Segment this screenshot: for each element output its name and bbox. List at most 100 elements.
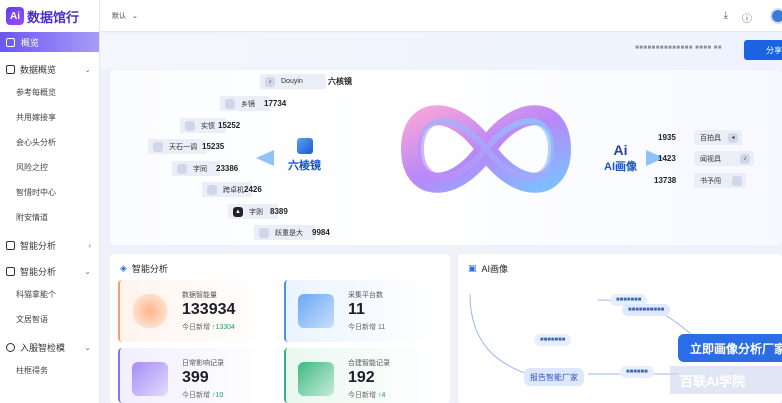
sidebar-item-label: 概览 bbox=[21, 37, 40, 48]
sidebar-item[interactable]: 会心头分析 bbox=[0, 130, 99, 155]
sidebar-item[interactable]: 参考每概览 bbox=[0, 80, 99, 105]
chip-label: 跃重是大 bbox=[275, 229, 303, 237]
download-icon[interactable]: ⤓ bbox=[724, 10, 728, 25]
chip-value: 15252 bbox=[218, 121, 241, 130]
chevron-down-icon: ⌄ bbox=[84, 64, 91, 74]
chip-label: 字则 bbox=[249, 208, 263, 216]
logo[interactable]: Ai 数据馆行 bbox=[0, 0, 99, 32]
brain-icon bbox=[6, 266, 15, 276]
flow-tag[interactable]: 报告智能厂家 bbox=[524, 368, 584, 386]
chip-value: 17734 bbox=[264, 99, 287, 108]
flow-tag[interactable]: ■■■■■■■ bbox=[534, 334, 572, 346]
source-chip[interactable]: 跨卓机 2426 bbox=[202, 182, 262, 197]
source-chip[interactable]: ♪ Douyin 六核镜 bbox=[260, 74, 352, 89]
user-icon bbox=[6, 342, 15, 352]
top-bar: 默认 ⌄ ⤓ ⓘ bbox=[100, 0, 782, 32]
platform-icon bbox=[207, 184, 217, 195]
sub-header-text: ■■■■■■■■■■■■■■ ■■■■ ■■ bbox=[635, 45, 722, 51]
arrow-left-icon bbox=[256, 150, 274, 166]
portrait-chip[interactable]: 13738 书予闯 bbox=[654, 173, 746, 188]
chip-value: 9984 bbox=[312, 228, 330, 237]
chart-icon bbox=[6, 64, 15, 74]
chip-label: 跨卓机 bbox=[223, 186, 244, 194]
chip-label: 书予闯 bbox=[700, 177, 721, 185]
source-chip[interactable]: 字同 23386 bbox=[172, 161, 238, 176]
smart-analysis-panel: ◈ 智能分析 数据智能量 133934 今日新增 ↑13304 采集平台数 11… bbox=[110, 254, 450, 403]
ai-mark: Ai bbox=[613, 142, 628, 158]
sidebar: Ai 数据馆行 概览 数据概览 ⌄ 参考每概览 共用嫁接享 会心头分析 风险之控… bbox=[0, 0, 100, 403]
grid-icon bbox=[6, 37, 15, 47]
chip-value: 2426 bbox=[244, 185, 262, 194]
chip-value: 15235 bbox=[202, 142, 225, 151]
sidebar-group-smart-analysis-2[interactable]: 智能分析 ⌄ bbox=[0, 260, 99, 282]
sidebar-item[interactable]: 共用嫁接享 bbox=[0, 105, 99, 130]
portrait-chip[interactable]: 1423 闻视具 ♪ bbox=[658, 151, 754, 166]
flow-tag[interactable]: ■■■■■■ bbox=[620, 366, 654, 378]
platform-icon bbox=[298, 294, 334, 328]
sidebar-item[interactable]: 智惜时中心 bbox=[0, 180, 99, 205]
brand-left-label: 六棱镜 bbox=[288, 160, 321, 172]
share-button[interactable]: 分享 bbox=[744, 40, 782, 60]
analysis-icon bbox=[6, 240, 15, 250]
sidebar-group-data-overview[interactable]: 数据概览 ⌄ bbox=[0, 58, 99, 80]
sidebar-group-label: 智能分析 bbox=[20, 266, 57, 277]
chip-value: 23386 bbox=[216, 164, 239, 173]
chip-value: 1935 bbox=[658, 133, 676, 142]
stat-sub: 今日新增 ↑10 bbox=[182, 392, 224, 399]
env-label: 默认 bbox=[112, 12, 126, 20]
stat-card[interactable]: 采集平台数 11 今日新增 11 bbox=[284, 280, 434, 342]
chip-value: 13738 bbox=[654, 176, 677, 185]
stat-sub: 今日新增 ↑4 bbox=[348, 392, 386, 399]
sidebar-item[interactable]: 附安情道 bbox=[0, 205, 99, 230]
source-chip[interactable]: 乡镜 17734 bbox=[220, 96, 286, 111]
hero-banner: ♪ Douyin 六核镜 乡镜 17734 实惯 15252 天石一调 1523… bbox=[110, 70, 782, 245]
stat-value: 11 bbox=[348, 301, 365, 318]
sidebar-item[interactable]: 柱框得务 bbox=[0, 358, 99, 383]
source-chip[interactable]: 天石一调 15235 bbox=[148, 139, 224, 154]
platform-icon bbox=[259, 227, 269, 238]
sidebar-group-label: 数据概览 bbox=[20, 64, 57, 75]
chip-label: 百拍具 bbox=[700, 134, 721, 142]
stat-label: 采集平台数 bbox=[348, 292, 383, 299]
stat-card[interactable]: 日常影响记录 399 今日新增 ↑10 bbox=[118, 348, 268, 403]
sidebar-item[interactable]: 风险之控 bbox=[0, 155, 99, 180]
stat-card[interactable]: 合建智能记录 192 今日新增 ↑4 bbox=[284, 348, 434, 403]
stat-label: 合建智能记录 bbox=[348, 360, 390, 367]
source-chip[interactable]: 实惯 15252 bbox=[180, 118, 240, 133]
chip-value: 六核镜 bbox=[328, 77, 352, 86]
platform-icon bbox=[153, 141, 163, 152]
avatar[interactable] bbox=[770, 8, 782, 24]
platform-icon bbox=[185, 120, 195, 131]
sidebar-item[interactable]: 科猫拿能个 bbox=[0, 282, 99, 307]
chip-value: 1423 bbox=[658, 154, 676, 163]
brand-right: Ai AI画像 bbox=[604, 142, 637, 174]
infinity-graphic bbox=[400, 105, 572, 193]
brand-right-label: AI画像 bbox=[604, 161, 637, 173]
sidebar-group-portrait[interactable]: 入服智检模 ⌄ bbox=[0, 336, 99, 358]
platform-icon: ◂ bbox=[728, 132, 738, 143]
analysis-icon: ◈ bbox=[120, 263, 127, 273]
panel-title: ◈ 智能分析 bbox=[120, 262, 168, 275]
stat-card[interactable]: 数据智能量 133934 今日新增 ↑13304 bbox=[118, 280, 268, 342]
logo-text: 数据馆行 bbox=[27, 9, 80, 25]
info-icon[interactable]: ⓘ bbox=[742, 10, 752, 25]
portrait-chip[interactable]: 1935 百拍具 ◂ bbox=[658, 130, 742, 145]
chip-value: 8389 bbox=[270, 207, 288, 216]
source-chip[interactable]: ▲ 字则 8389 bbox=[228, 204, 288, 219]
chip-label: 乡镜 bbox=[241, 100, 255, 108]
stat-sub: 今日新增 ↑13304 bbox=[182, 324, 235, 331]
flow-tag[interactable]: ■■■■■■■■■■ bbox=[622, 304, 671, 316]
source-chip[interactable]: 跃重是大 9984 bbox=[254, 225, 330, 240]
platform-icon: ♪ bbox=[265, 76, 275, 87]
phone-icon bbox=[132, 362, 168, 396]
stat-sub: 今日新增 11 bbox=[348, 324, 386, 331]
analyze-portrait-button[interactable]: 立即画像分析厂家 bbox=[678, 334, 782, 362]
chip-label: Douyin bbox=[281, 78, 303, 85]
sidebar-group-smart-analysis[interactable]: 智能分析 › bbox=[0, 234, 99, 256]
env-selector[interactable]: 默认 ⌄ bbox=[112, 11, 138, 21]
tiktok-icon: ♪ bbox=[740, 153, 750, 164]
sidebar-item[interactable]: 文居智语 bbox=[0, 307, 99, 332]
cube-icon bbox=[296, 138, 313, 154]
panel-title-text: 智能分析 bbox=[131, 264, 168, 274]
sidebar-item-overview[interactable]: 概览 bbox=[0, 32, 99, 52]
